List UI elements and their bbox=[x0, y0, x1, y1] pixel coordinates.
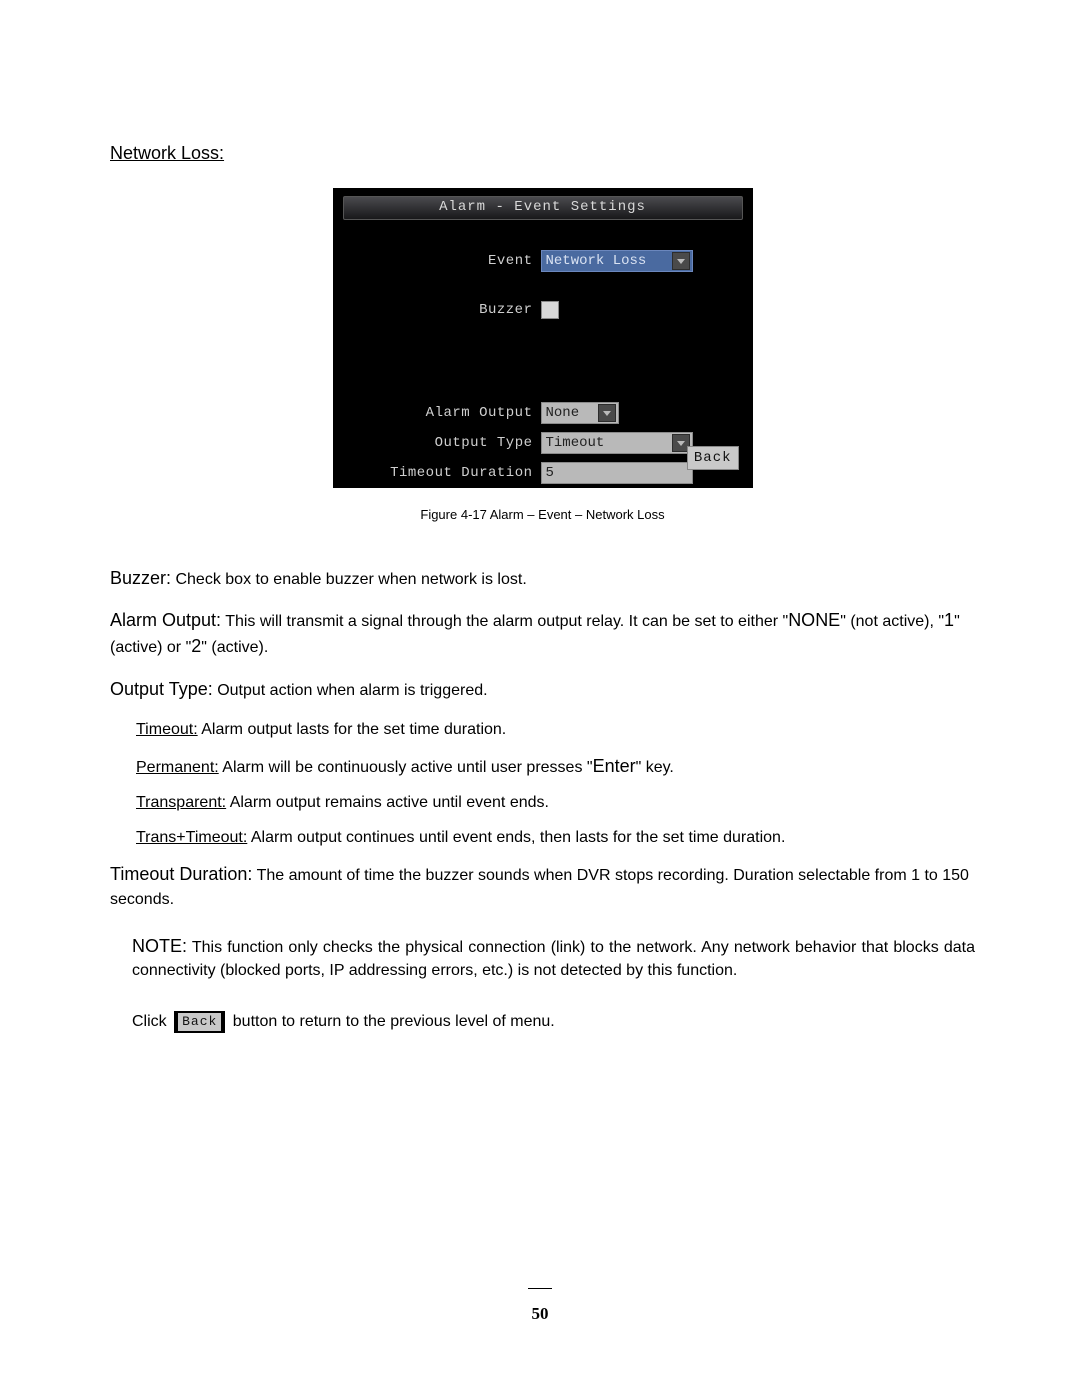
alarm-output-label: Alarm Output bbox=[343, 403, 541, 423]
event-dropdown[interactable]: Network Loss bbox=[541, 250, 693, 272]
event-dropdown-value: Network Loss bbox=[546, 251, 647, 271]
term-note: NOTE: bbox=[132, 936, 187, 956]
output-type-dropdown[interactable]: Timeout bbox=[541, 432, 693, 454]
term-timeout-duration: Timeout Duration: bbox=[110, 864, 252, 884]
alarm-output-dropdown[interactable]: None bbox=[541, 402, 619, 424]
paragraph-timeout-duration: Timeout Duration: The amount of time the… bbox=[110, 861, 975, 910]
option-transparent: Transparent: Alarm output remains active… bbox=[136, 791, 975, 814]
paragraph-alarm-output: Alarm Output: This will transmit a signa… bbox=[110, 607, 975, 659]
option-permanent: Permanent: Alarm will be continuously ac… bbox=[136, 753, 975, 779]
buzzer-checkbox[interactable] bbox=[541, 301, 559, 319]
term-alarm-output: Alarm Output: bbox=[110, 610, 221, 630]
chevron-down-icon[interactable] bbox=[672, 252, 690, 270]
option-timeout: Timeout: Alarm output lasts for the set … bbox=[136, 718, 975, 741]
section-heading: Network Loss: bbox=[110, 140, 975, 166]
inline-back-label: Back bbox=[178, 1013, 221, 1032]
term-buzzer: Buzzer: bbox=[110, 568, 171, 588]
term-output-type: Output Type: bbox=[110, 679, 213, 699]
paragraph-note: NOTE: This function only checks the phys… bbox=[132, 933, 975, 982]
alarm-output-value: None bbox=[546, 403, 580, 423]
event-settings-panel: Alarm - Event Settings Event Network Los… bbox=[333, 188, 753, 488]
event-label: Event bbox=[343, 251, 541, 271]
chevron-down-icon[interactable] bbox=[598, 404, 616, 422]
page-number: 50 bbox=[0, 1278, 1080, 1327]
paragraph-output-type: Output Type: Output action when alarm is… bbox=[110, 676, 975, 702]
panel-title: Alarm - Event Settings bbox=[343, 196, 743, 220]
paragraph-click-back: Click Back button to return to the previ… bbox=[132, 1010, 975, 1033]
figure-caption: Figure 4-17 Alarm – Event – Network Loss bbox=[110, 506, 975, 525]
option-trans-timeout: Trans+Timeout: Alarm output continues un… bbox=[136, 826, 975, 849]
buzzer-label: Buzzer bbox=[343, 300, 541, 320]
output-type-label: Output Type bbox=[343, 433, 541, 453]
inline-back-button[interactable]: Back bbox=[174, 1011, 225, 1034]
timeout-duration-input[interactable]: 5 bbox=[541, 462, 693, 484]
timeout-duration-label: Timeout Duration bbox=[343, 463, 541, 483]
timeout-duration-value: 5 bbox=[546, 463, 554, 483]
paragraph-buzzer: Buzzer: Check box to enable buzzer when … bbox=[110, 565, 975, 591]
output-type-value: Timeout bbox=[546, 433, 605, 453]
back-button[interactable]: Back bbox=[687, 446, 739, 470]
